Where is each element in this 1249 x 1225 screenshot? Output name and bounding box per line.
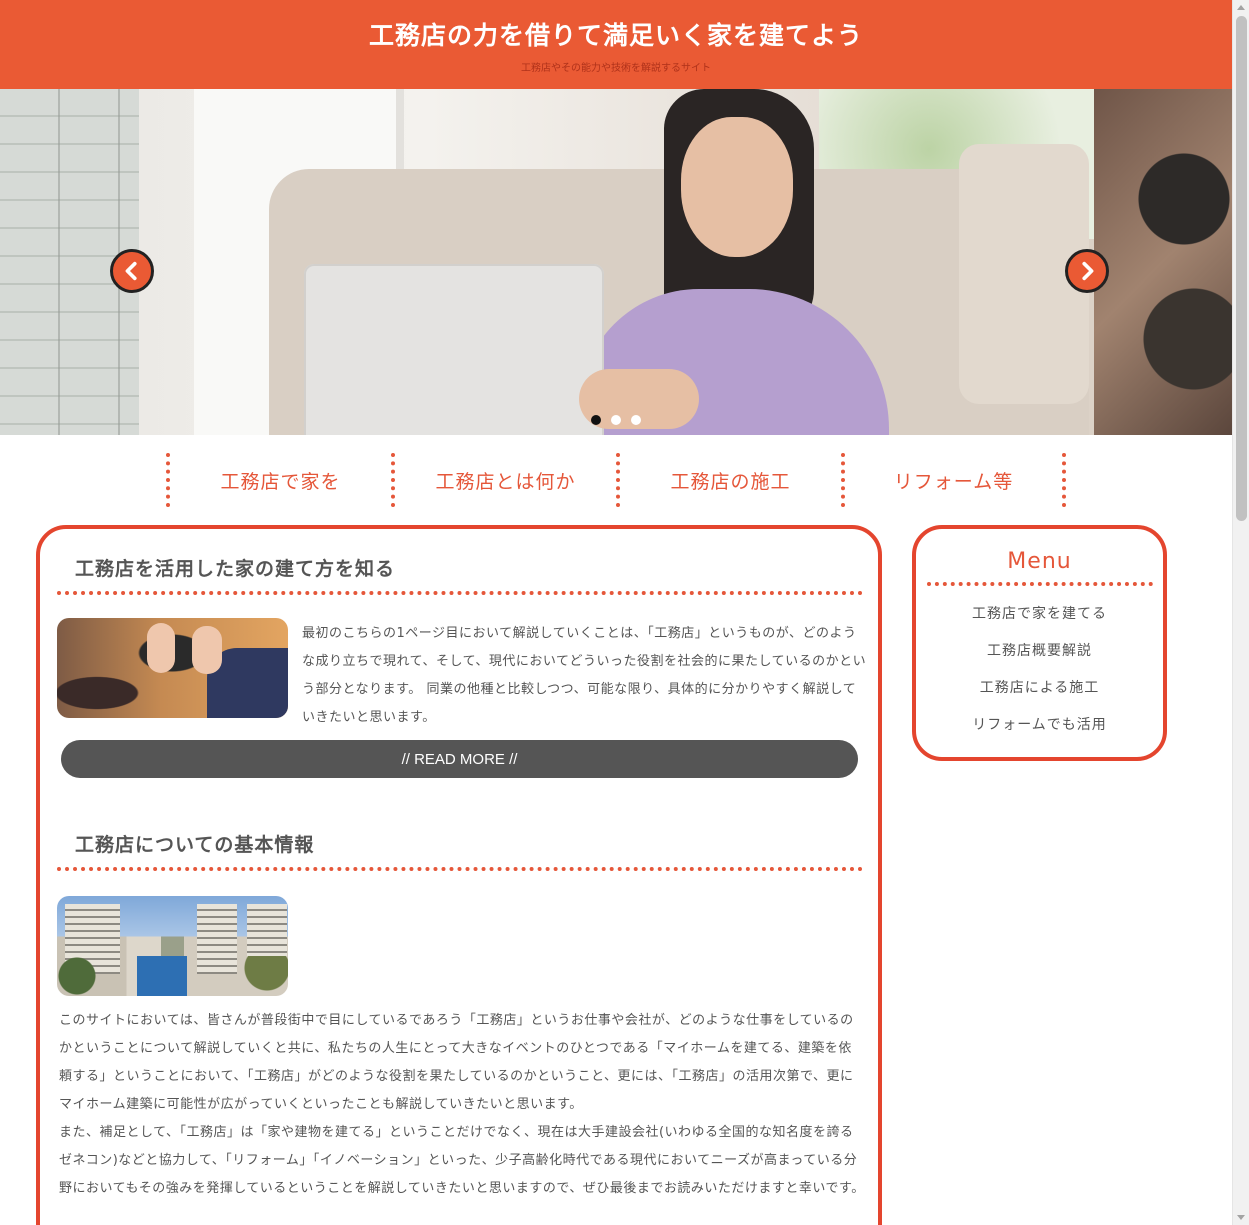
global-nav: 工務店で家を 工務店とは何か 工務店の施工 リフォーム等: [166, 453, 1066, 507]
section-1-text: 最初のこちらの1ページ目において解説していくことは、「工務店」というものが、どの…: [302, 626, 867, 725]
nav-item-construction[interactable]: 工務店の施工: [616, 453, 841, 507]
section-2-text: このサイトにおいては、皆さんが普段街中で目にしているであろう「工務店」というお仕…: [59, 1007, 865, 1203]
section-2-image: [57, 896, 288, 996]
scroll-up-icon[interactable]: [1237, 5, 1245, 10]
slider-dot-1[interactable]: [591, 415, 601, 425]
site-subtitle: 工務店やその能力や技術を解説するサイト: [521, 63, 711, 74]
sidebar-item-overview[interactable]: 工務店概要解説: [916, 633, 1163, 670]
nav-item-reform[interactable]: リフォーム等: [841, 453, 1066, 507]
slide-image-next: [1094, 89, 1232, 435]
slide-image-current: [139, 89, 1094, 435]
sidebar-item-build[interactable]: 工務店で家を建てる: [916, 596, 1163, 633]
nav-item-build[interactable]: 工務店で家を: [166, 453, 391, 507]
read-more-button[interactable]: // READ MORE //: [61, 740, 858, 778]
slider-dot-3[interactable]: [631, 415, 641, 425]
slider-prev-button[interactable]: [110, 249, 154, 293]
scroll-down-icon[interactable]: [1237, 1215, 1245, 1220]
page: 工務店の力を借りて満足いく家を建てよう 工務店やその能力や技術を解説するサイト: [0, 0, 1232, 1225]
chevron-left-icon: [125, 261, 137, 281]
vertical-scrollbar[interactable]: [1232, 0, 1249, 1225]
section-heading-1: 工務店を活用した家の建て方を知る: [57, 554, 863, 595]
section-heading-2: 工務店についての基本情報: [57, 830, 863, 871]
scrollbar-thumb[interactable]: [1236, 16, 1247, 521]
chevron-right-icon: [1082, 261, 1094, 281]
sidebar-item-construction[interactable]: 工務店による施工: [916, 670, 1163, 707]
site-header: 工務店の力を借りて満足いく家を建てよう 工務店やその能力や技術を解説するサイト: [0, 0, 1232, 89]
sidebar-menu: Menu 工務店で家を建てる 工務店概要解説 工務店による施工 リフォームでも活…: [912, 525, 1167, 761]
slider-dot-2[interactable]: [611, 415, 621, 425]
nav-item-about[interactable]: 工務店とは何か: [391, 453, 616, 507]
section-1-image: [57, 618, 288, 718]
site-title[interactable]: 工務店の力を借りて満足いく家を建てよう: [0, 0, 1232, 52]
slider-dots: [591, 415, 641, 425]
section-2-paragraph-1: このサイトにおいては、皆さんが普段街中で目にしているであろう「工務店」というお仕…: [59, 1013, 854, 1112]
sidebar-list: 工務店で家を建てる 工務店概要解説 工務店による施工 リフォームでも活用: [916, 596, 1163, 744]
slider-next-button[interactable]: [1065, 249, 1109, 293]
main-content: 工務店を活用した家の建て方を知る 最初のこちらの1ページ目において解説していくこ…: [36, 525, 882, 1225]
sidebar-item-reform[interactable]: リフォームでも活用: [916, 707, 1163, 744]
sidebar-title: Menu: [926, 549, 1153, 586]
image-slider: [0, 89, 1232, 435]
section-2-paragraph-2: また、補足として、「工務店」は「家や建物を建てる」ということだけでなく、現在は大…: [59, 1125, 865, 1196]
